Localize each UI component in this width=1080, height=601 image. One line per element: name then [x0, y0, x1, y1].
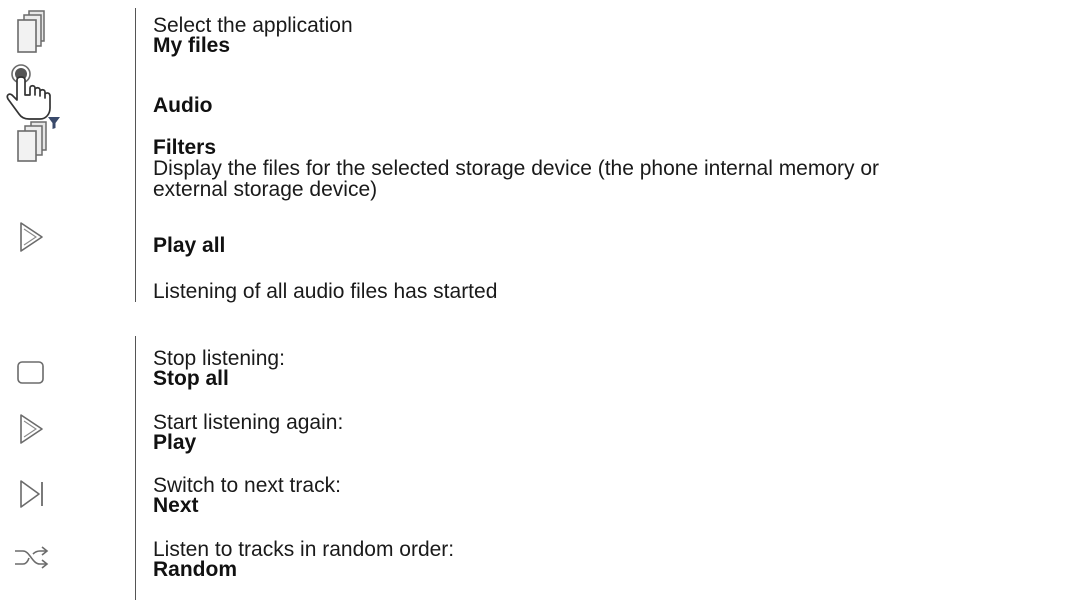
section-divider-bottom [135, 336, 136, 600]
next-track-icon [17, 478, 49, 510]
play-icon [15, 220, 49, 254]
filters-description-line1: Display the files for the selected stora… [153, 157, 880, 180]
select-app-instruction: Select the application [153, 14, 353, 37]
play-label[interactable]: Play [153, 432, 196, 453]
stacked-files-icon [12, 8, 52, 54]
play-all-label[interactable]: Play all [153, 235, 225, 256]
random-label[interactable]: Random [153, 559, 237, 580]
tap-hand-icon [2, 62, 60, 122]
next-instruction: Switch to next track: [153, 474, 341, 497]
play-instruction: Start listening again: [153, 411, 344, 434]
stop-all-label[interactable]: Stop all [153, 368, 229, 389]
filters-label[interactable]: Filters [153, 137, 216, 158]
result-text: Listening of all audio files has started [153, 280, 498, 303]
play-icon [15, 412, 49, 446]
my-files-label[interactable]: My files [153, 35, 230, 56]
audio-label[interactable]: Audio [153, 95, 212, 116]
section-divider-top [135, 8, 136, 302]
filters-description-line2: external storage device) [153, 178, 378, 201]
shuffle-icon [13, 543, 51, 573]
random-instruction: Listen to tracks in random order: [153, 538, 455, 561]
stop-instruction: Stop listening: [153, 347, 285, 370]
stop-square-icon [16, 360, 46, 386]
next-label[interactable]: Next [153, 495, 199, 516]
filter-files-icon [8, 115, 68, 163]
